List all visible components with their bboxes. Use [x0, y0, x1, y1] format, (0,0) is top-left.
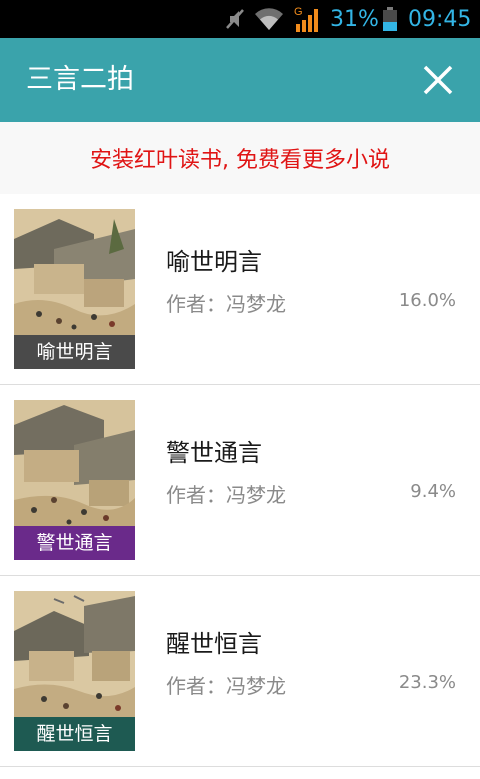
reading-progress: 16.0% [398, 290, 456, 311]
book-author: 作者：冯梦龙 [166, 292, 286, 316]
mute-icon [222, 0, 248, 38]
book-cover: 醒世恒言 [14, 591, 135, 751]
book-title: 醒世恒言 [166, 630, 262, 658]
title-bar: 三言二拍 [0, 38, 480, 122]
reading-progress: 23.3% [398, 672, 456, 693]
banner-text: 安装红叶读书, 免费看更多小说 [90, 148, 390, 173]
install-app-banner[interactable]: 安装红叶读书, 免费看更多小说 [0, 122, 480, 194]
list-item[interactable]: 喻世明言 喻世明言 作者：冯梦龙 16.0% [0, 194, 480, 385]
network-type-label: G [294, 6, 303, 18]
cover-title: 醒世恒言 [14, 717, 135, 751]
list-item[interactable]: 警世通言 警世通言 作者：冯梦龙 9.4% [0, 385, 480, 576]
book-list: 喻世明言 喻世明言 作者：冯梦龙 16.0% 警世通言 警世通言 作者：冯梦龙 [0, 194, 480, 767]
list-item[interactable]: 醒世恒言 醒世恒言 作者：冯梦龙 23.3% [0, 576, 480, 767]
page-title: 三言二拍 [26, 64, 134, 95]
battery-icon [382, 0, 398, 38]
status-bar: G 31% 09:45 [0, 0, 480, 38]
battery-percent: 31% [330, 6, 379, 32]
signal-icon: G [292, 0, 322, 38]
book-author: 作者：冯梦龙 [166, 483, 286, 507]
book-cover: 喻世明言 [14, 209, 135, 369]
book-title: 警世通言 [166, 439, 262, 467]
wifi-icon [254, 0, 284, 38]
book-title: 喻世明言 [166, 248, 262, 276]
clock: 09:45 [408, 6, 472, 32]
close-icon [423, 65, 453, 95]
cover-title: 喻世明言 [14, 335, 135, 369]
book-author: 作者：冯梦龙 [166, 674, 286, 698]
close-button[interactable] [418, 60, 458, 100]
reading-progress: 9.4% [410, 481, 456, 502]
cover-title: 警世通言 [14, 526, 135, 560]
book-cover: 警世通言 [14, 400, 135, 560]
